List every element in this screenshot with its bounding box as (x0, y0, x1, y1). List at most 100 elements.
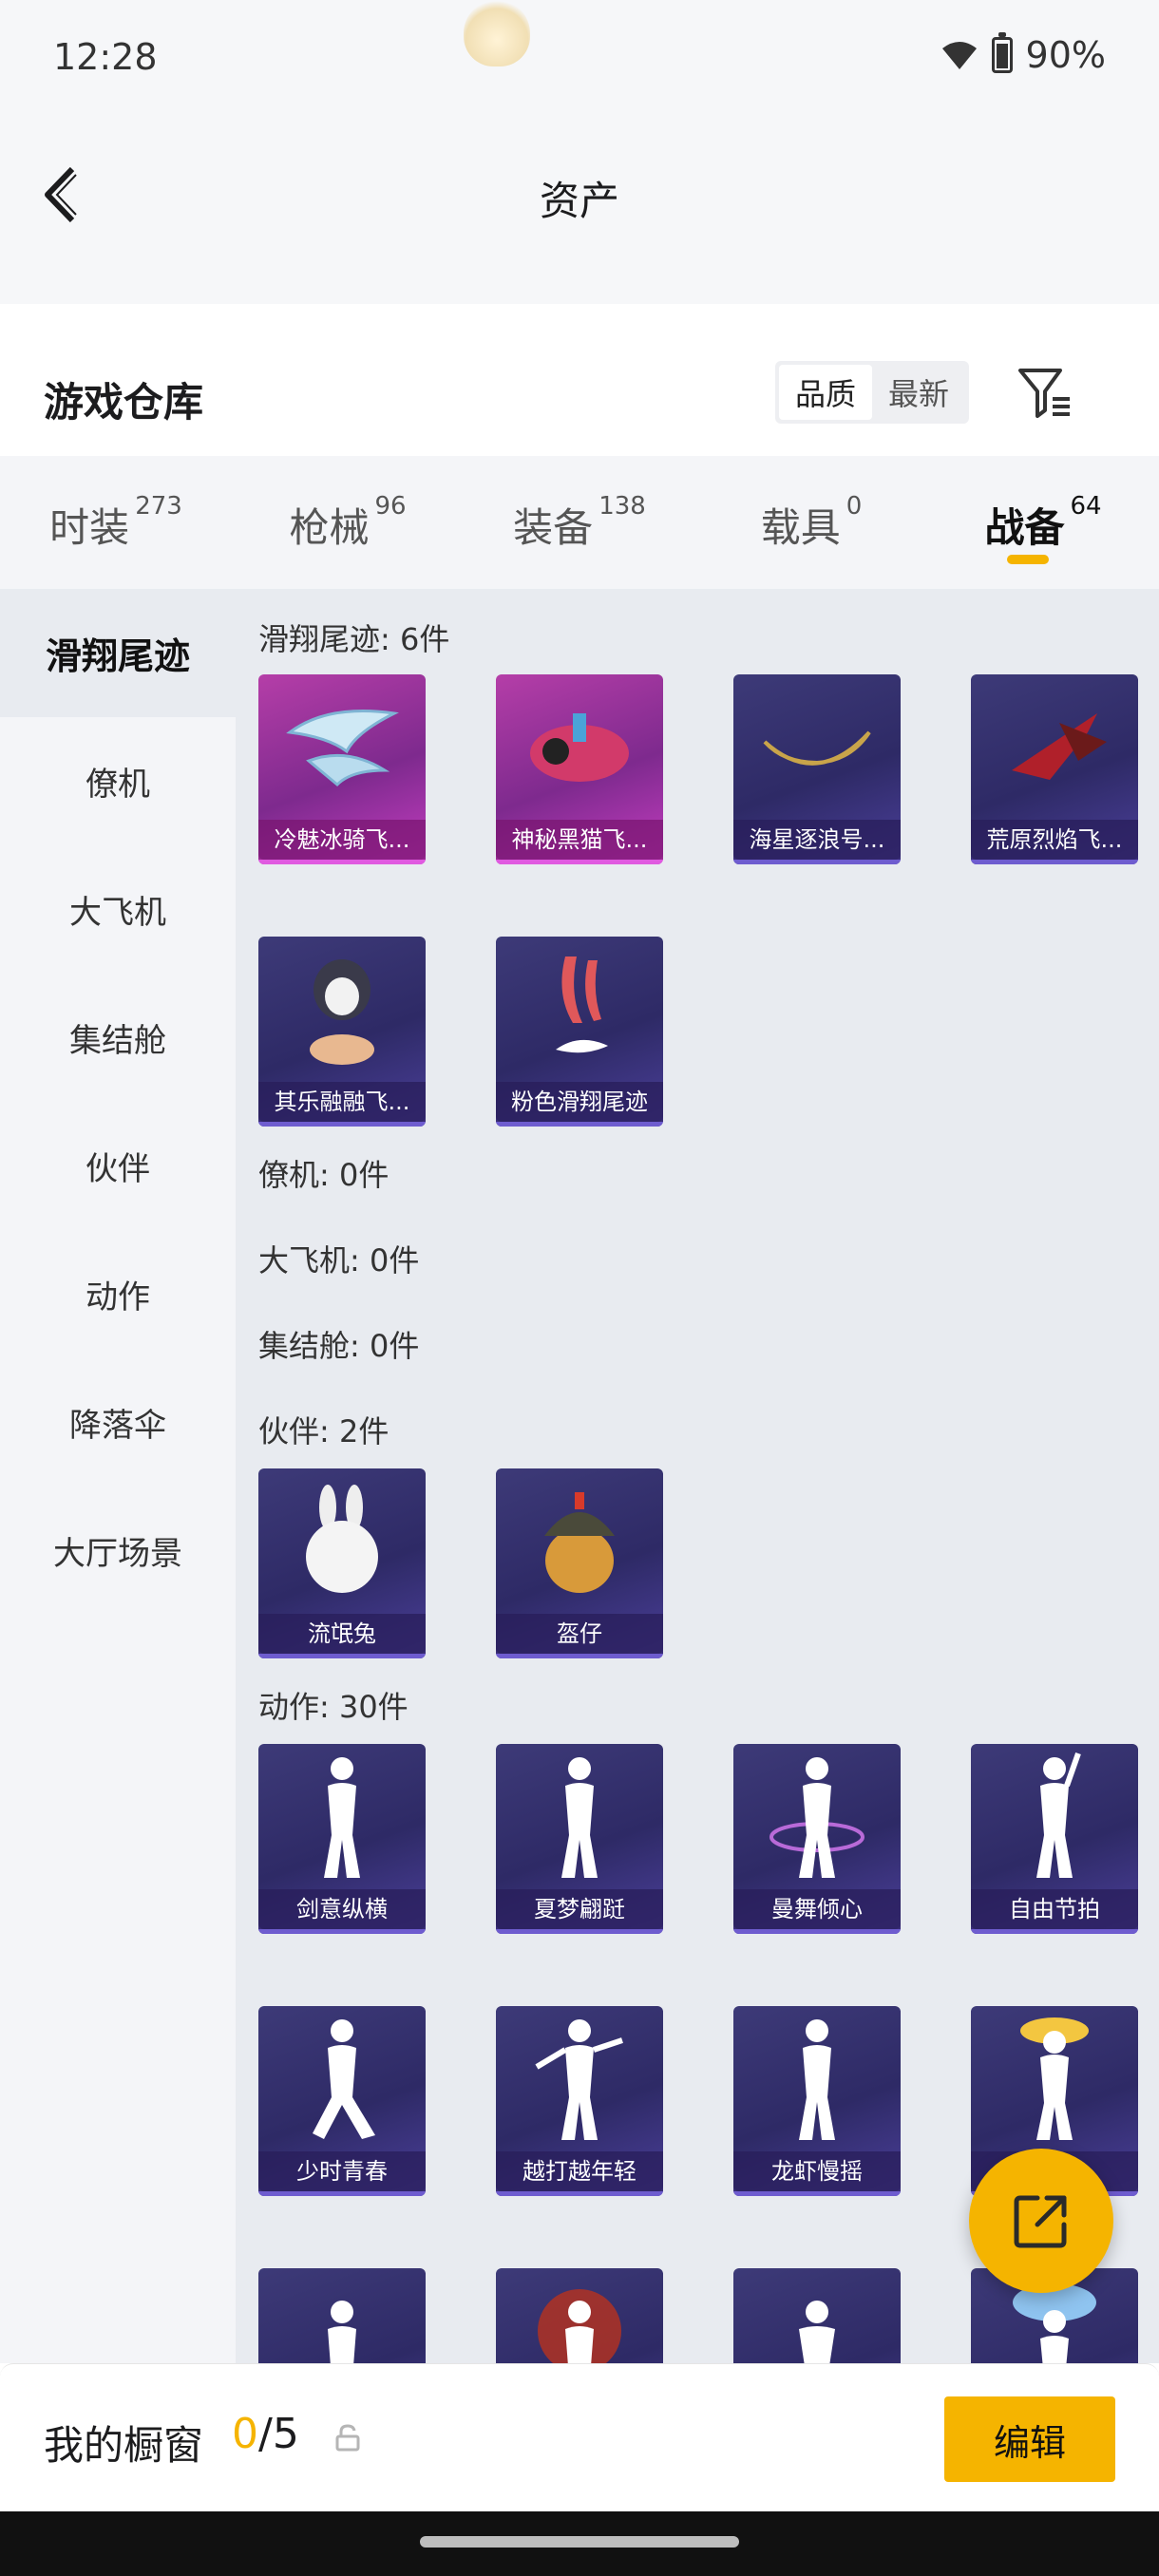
sort-newest-button[interactable]: 最新 (872, 365, 965, 420)
dancer-emote-icon (733, 2268, 901, 2363)
dancer-emote-icon (258, 2006, 426, 2150)
tab-count: 64 (1070, 492, 1102, 521)
item-card[interactable] (496, 2268, 663, 2363)
sidebar-item-glide-trail[interactable]: 滑翔尾迹 (0, 589, 236, 717)
starfish-boat-glider-icon (733, 674, 901, 819)
item-grid: 滑翔尾迹: 6件 冷魅冰骑飞... 神秘黑猫飞... 海星逐浪号... 荒原烈焰… (236, 589, 1159, 2363)
tab-fashion[interactable]: 时装 273 (0, 456, 232, 589)
tab-count: 96 (374, 492, 407, 521)
category-heading: 滑翔尾迹: 6件 (258, 621, 450, 657)
sidebar-item-rally-pod[interactable]: 集结舱 (0, 974, 236, 1102)
item-card[interactable]: 盔仔 (496, 1468, 663, 1658)
item-name: 夏梦翩跹 (496, 1889, 663, 1929)
battery-icon (991, 32, 1013, 73)
dancer-emote-icon (971, 1744, 1138, 1888)
filter-icon[interactable] (1016, 365, 1074, 420)
item-card[interactable]: 海星逐浪号... (733, 674, 901, 864)
dancer-emote-icon (733, 2006, 901, 2150)
item-name: 盔仔 (496, 1614, 663, 1654)
penguin-glider-icon (258, 937, 426, 1081)
subcategory-sidebar: 滑翔尾迹 僚机 大飞机 集结舱 伙伴 动作 降落伞 大厅场景 (0, 589, 236, 2363)
item-card[interactable]: 冷魅冰骑飞... (258, 674, 426, 864)
sidebar-item-partner[interactable]: 伙伴 (0, 1102, 236, 1230)
item-card[interactable]: 曼舞倾心 (733, 1744, 901, 1934)
item-name: 冷魅冰骑飞... (258, 820, 426, 860)
pink-trail-icon (496, 937, 663, 1081)
sort-quality-button[interactable]: 品质 (779, 365, 872, 420)
sidebar-item-parachute[interactable]: 降落伞 (0, 1358, 236, 1487)
item-name: 自由节拍 (971, 1889, 1138, 1929)
tab-label: 时装 (49, 504, 130, 551)
status-icons: 90% (940, 32, 1106, 76)
fire-dancer-emote-icon (496, 2268, 663, 2363)
sidebar-item-lobby-scene[interactable]: 大厅场景 (0, 1487, 236, 1615)
item-card[interactable]: 越打越年轻 (496, 2006, 663, 2196)
home-indicator[interactable] (420, 2536, 739, 2548)
item-card[interactable]: 其乐融融飞... (258, 937, 426, 1127)
tab-count: 273 (135, 492, 182, 521)
edit-button[interactable]: 编辑 (944, 2396, 1115, 2482)
item-name: 荒原烈焰飞... (971, 820, 1138, 860)
tab-count: 138 (598, 492, 646, 521)
page-title: 资产 (539, 178, 619, 224)
item-name: 剑意纵横 (258, 1889, 426, 1929)
dancer-emote-icon (258, 2268, 426, 2363)
status-time: 12:28 (53, 36, 158, 78)
tab-label: 装备 (513, 504, 594, 551)
item-card[interactable]: 自由节拍 (971, 1744, 1138, 1934)
showcase-count: 0/5 (232, 2410, 299, 2458)
item-card[interactable]: 流氓兔 (258, 1468, 426, 1658)
item-name: 越打越年轻 (496, 2151, 663, 2191)
item-name: 曼舞倾心 (733, 1889, 901, 1929)
sidebar-item-big-plane[interactable]: 大飞机 (0, 845, 236, 974)
item-card[interactable]: 剑意纵横 (258, 1744, 426, 1934)
tab-active-indicator (1007, 555, 1049, 564)
battery-percent: 90% (1025, 34, 1106, 76)
tab-count: 0 (846, 492, 863, 521)
tab-label: 载具 (760, 504, 841, 551)
tab-vehicles[interactable]: 载具 0 (695, 456, 927, 589)
system-nav-bar (0, 2511, 1159, 2576)
item-name: 流氓兔 (258, 1614, 426, 1654)
category-heading: 大飞机: 0件 (258, 1242, 420, 1279)
rabbit-partner-icon (258, 1468, 426, 1613)
unlock-icon (335, 2424, 360, 2452)
showcase-label: 我的橱窗 (44, 2422, 204, 2469)
category-heading: 伙伴: 2件 (258, 1413, 390, 1449)
share-external-icon (1014, 2195, 1067, 2248)
tab-label: 战备 (984, 504, 1065, 551)
wasteland-flame-glider-icon (971, 674, 1138, 819)
status-bar: 12:28 90% (0, 0, 1159, 114)
item-name: 神秘黑猫飞... (496, 820, 663, 860)
item-card[interactable]: 少时青春 (258, 2006, 426, 2196)
helmet-chick-partner-icon (496, 1468, 663, 1613)
section-title: 游戏仓库 (44, 379, 204, 426)
dancer-emote-icon (496, 1744, 663, 1888)
dancer-emote-icon (496, 2006, 663, 2150)
wifi-icon (941, 42, 977, 69)
item-card[interactable]: 夏梦翩跹 (496, 1744, 663, 1934)
tab-gear[interactable]: 战备 64 (927, 456, 1159, 589)
category-tabs: 时装 273 枪械 96 装备 138 载具 0 战备 64 (0, 456, 1159, 589)
category-heading: 集结舱: 0件 (258, 1328, 420, 1364)
ice-wing-glider-icon (258, 674, 426, 819)
item-name: 其乐融融飞... (258, 1082, 426, 1122)
item-card[interactable] (733, 2268, 901, 2363)
dancer-emote-icon (258, 1744, 426, 1888)
sidebar-item-emote[interactable]: 动作 (0, 1230, 236, 1358)
dancer-emote-icon (733, 1744, 901, 1888)
item-name: 粉色滑翔尾迹 (496, 1082, 663, 1122)
dancer-emote-icon (971, 2006, 1138, 2150)
item-card[interactable]: 龙虾慢摇 (733, 2006, 901, 2196)
item-name: 少时青春 (258, 2151, 426, 2191)
item-card[interactable]: 粉色滑翔尾迹 (496, 937, 663, 1127)
flame-notification-icon (464, 0, 530, 66)
tab-guns[interactable]: 枪械 96 (232, 456, 464, 589)
item-card[interactable]: 荒原烈焰飞... (971, 674, 1138, 864)
item-card[interactable]: 神秘黑猫飞... (496, 674, 663, 864)
category-heading: 动作: 30件 (258, 1689, 408, 1725)
item-card[interactable] (258, 2268, 426, 2363)
tab-equipment[interactable]: 装备 138 (464, 456, 695, 589)
sidebar-item-wingman[interactable]: 僚机 (0, 717, 236, 845)
share-button[interactable] (969, 2149, 1113, 2293)
